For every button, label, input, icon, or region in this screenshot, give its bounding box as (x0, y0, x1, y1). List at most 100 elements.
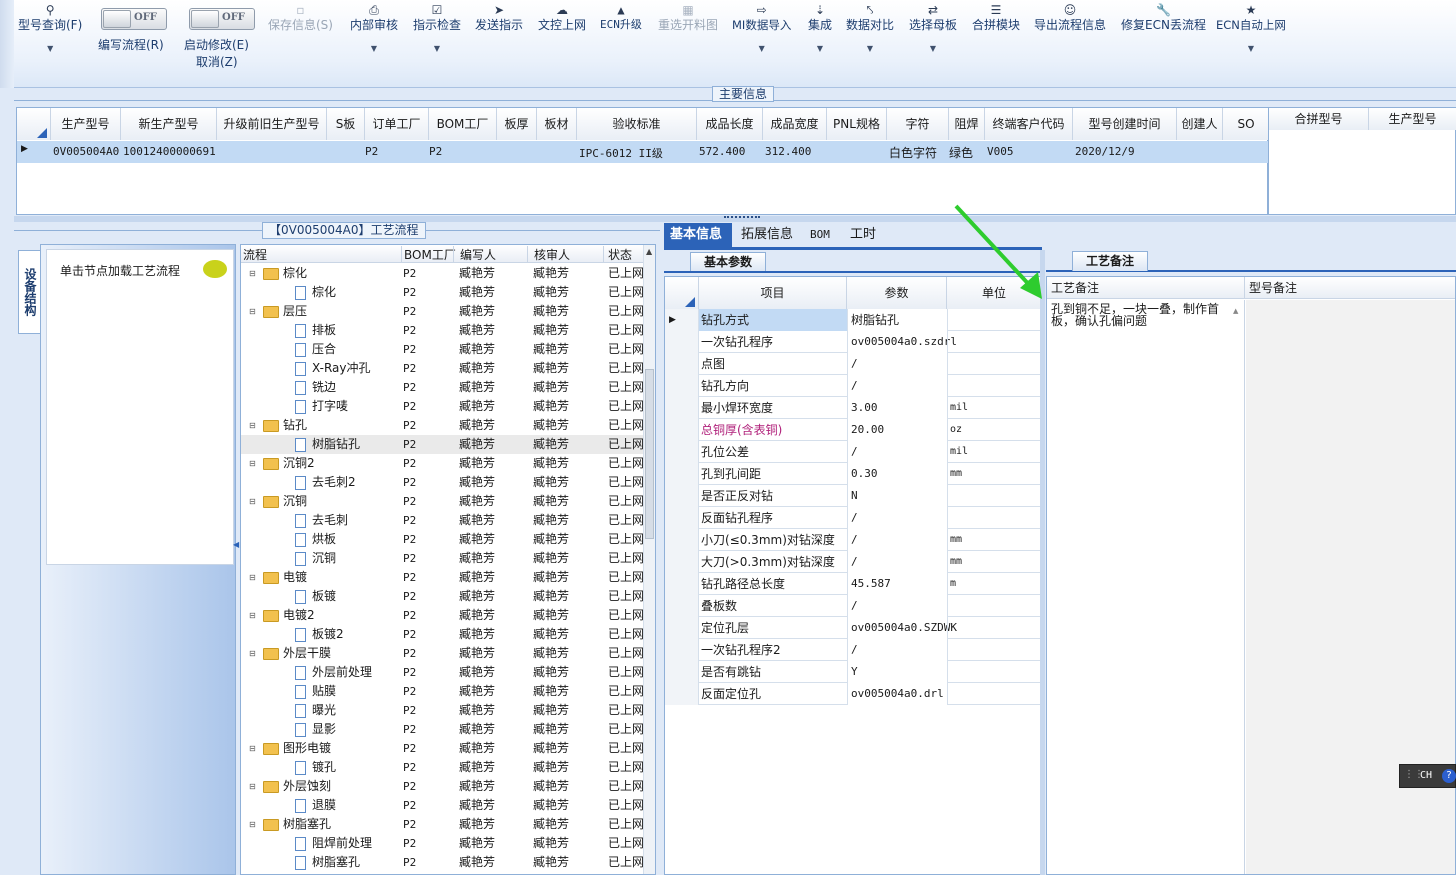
param-value[interactable]: / (847, 353, 947, 375)
tab-process-notes[interactable]: 工艺备注 (1072, 251, 1148, 271)
param-value[interactable]: Y (847, 661, 947, 683)
col-header[interactable]: 型号创建时间 (1073, 108, 1177, 140)
param-row[interactable]: 钻孔方向 / (665, 375, 1041, 397)
instruction-check-button[interactable]: ☑ 指示检查 ▼ (413, 2, 461, 57)
param-value[interactable]: 45.587 (847, 573, 947, 595)
flow-tree-row[interactable]: 去毛刺 P2 臧艳芳 臧艳芳 已上网 (241, 511, 643, 530)
param-value[interactable]: 20.00 (847, 419, 947, 441)
col-header[interactable]: BOM工厂 (401, 246, 456, 263)
col-header[interactable]: 订单工厂 (365, 108, 429, 140)
collapse-toggle-icon[interactable]: ⊟ (249, 454, 259, 473)
col-header[interactable]: S板 (327, 108, 365, 140)
col-header[interactable]: 验收标准 (577, 108, 697, 140)
flow-tree-row[interactable]: 烘板 P2 臧艳芳 臧艳芳 已上网 (241, 530, 643, 549)
select-mother-board-button[interactable]: ⇄ 选择母板 ▼ (909, 2, 957, 57)
doc-control-online-button[interactable]: ☁ 文控上网 (538, 2, 586, 33)
start-modify-toggle[interactable]: OFF (189, 8, 255, 30)
col-header[interactable]: 板材 (537, 108, 577, 140)
send-instruction-button[interactable]: ➤ 发送指示 (475, 2, 523, 33)
flow-tree-row[interactable]: ⊟ 图形电镀 P2 臧艳芳 臧艳芳 已上网 (241, 739, 643, 758)
flow-tree-row[interactable]: ⊟ 电镀 P2 臧艳芳 臧艳芳 已上网 (241, 568, 643, 587)
scroll-up-icon[interactable]: ▲ (646, 247, 652, 256)
col-header[interactable]: 核审人 (527, 246, 570, 263)
param-row[interactable]: 一次钻孔程序2 / (665, 639, 1041, 661)
col-header[interactable]: 生产型号 (1369, 108, 1456, 130)
col-header[interactable]: 字符 (887, 108, 949, 140)
flow-tree-row[interactable]: 曝光 P2 臧艳芳 臧艳芳 已上网 (241, 701, 643, 720)
col-header[interactable]: 参数 (847, 277, 947, 309)
flow-tree-row[interactable]: 板镀 P2 臧艳芳 臧艳芳 已上网 (241, 587, 643, 606)
flow-tree-row[interactable]: ⊟ 层压 P2 臧艳芳 臧艳芳 已上网 (241, 302, 643, 321)
flow-tree-row[interactable]: 铣边 P2 臧艳芳 臧艳芳 已上网 (241, 378, 643, 397)
col-header[interactable]: 升级前旧生产型号 (217, 108, 327, 140)
param-row[interactable]: ▶ 钻孔方式 树脂钻孔 (665, 309, 1041, 331)
param-value[interactable]: / (847, 529, 947, 551)
vertical-scrollbar[interactable]: ▲ (643, 245, 655, 874)
col-header[interactable]: PNL规格 (827, 108, 887, 140)
mi-data-import-button[interactable]: ⇨ MI数据导入 ▼ (732, 2, 791, 57)
param-value[interactable]: 3.00 (847, 397, 947, 419)
param-value[interactable]: N (847, 485, 947, 507)
col-header[interactable]: 成品宽度 (763, 108, 827, 140)
collapse-toggle-icon[interactable]: ⊟ (249, 264, 259, 283)
param-value[interactable]: ov005004a0.SZDWK (847, 617, 957, 639)
param-row[interactable]: 反面定位孔 ov005004a0.drl (665, 683, 1041, 705)
tab-basic-info[interactable]: 基本信息 (664, 223, 732, 247)
col-header[interactable]: 流程 (243, 246, 267, 263)
collapse-toggle-icon[interactable]: ⊟ (249, 644, 259, 663)
param-row[interactable]: 是否正反对钻 N (665, 485, 1041, 507)
col-header[interactable]: 生产型号 (51, 108, 121, 140)
col-header[interactable]: 板厚 (497, 108, 537, 140)
flow-tree-row[interactable]: ⊟ 外层干膜 P2 臧艳芳 臧艳芳 已上网 (241, 644, 643, 663)
param-value[interactable]: / (847, 441, 947, 463)
col-header[interactable]: 成品长度 (697, 108, 763, 140)
col-header[interactable]: 阻焊 (949, 108, 985, 140)
param-row[interactable]: 叠板数 / (665, 595, 1041, 617)
flow-tree-row[interactable]: ⊟ 钻孔 P2 臧艳芳 臧艳芳 已上网 (241, 416, 643, 435)
param-row[interactable]: 孔到孔间距 0.30 mm (665, 463, 1041, 485)
flow-tree-row[interactable]: ⊟ 棕化 P2 臧艳芳 臧艳芳 已上网 (241, 264, 643, 283)
flow-tree-row[interactable]: 阻焊前处理 P2 臧艳芳 臧艳芳 已上网 (241, 834, 643, 853)
param-row[interactable]: 小刀(≤0.3mm)对钻深度 / mm (665, 529, 1041, 551)
flow-tree-row[interactable]: 排板 P2 臧艳芳 臧艳芳 已上网 (241, 321, 643, 340)
col-header[interactable]: 合拼型号 (1269, 108, 1369, 130)
table-row[interactable]: ▶ 0V005004A0 10012400000691 P2 P2 IPC-60… (17, 141, 1268, 163)
param-row[interactable]: 总铜厚(含表铜) 20.00 oz (665, 419, 1041, 441)
col-header[interactable]: 新生产型号 (121, 108, 217, 140)
collapse-toggle-icon[interactable]: ⊟ (249, 815, 259, 834)
tab-hours[interactable]: 工时 (850, 223, 876, 247)
param-row[interactable]: 孔位公差 / mil (665, 441, 1041, 463)
flow-tree-row[interactable]: ⊟ 沉铜 P2 臧艳芳 臧艳芳 已上网 (241, 492, 643, 511)
device-tree[interactable]: 单击节点加载工艺流程 (46, 249, 234, 565)
col-header[interactable]: 创建人 (1177, 108, 1223, 140)
flow-tree-row[interactable]: ⊟ 电镀2 P2 臧艳芳 臧艳芳 已上网 (241, 606, 643, 625)
collapse-toggle-icon[interactable]: ⊟ (249, 777, 259, 796)
flow-tree-row[interactable]: 贴膜 P2 臧艳芳 臧艳芳 已上网 (241, 682, 643, 701)
flow-tree-row[interactable]: 显影 P2 臧艳芳 臧艳芳 已上网 (241, 720, 643, 739)
col-header[interactable]: 终端客户代码 (985, 108, 1073, 140)
param-row[interactable]: 钻孔路径总长度 45.587 m (665, 573, 1041, 595)
merge-module-button[interactable]: ☰ 合拼模块 (972, 2, 1020, 33)
collapse-toggle-icon[interactable]: ⊟ (249, 416, 259, 435)
collapse-toggle-icon[interactable]: ⊟ (249, 492, 259, 511)
flow-tree-row[interactable]: 去毛刺2 P2 臧艳芳 臧艳芳 已上网 (241, 473, 643, 492)
help-icon[interactable]: ? (1442, 769, 1456, 783)
col-header[interactable]: BOM工厂 (429, 108, 497, 140)
param-row[interactable]: 一次钻孔程序 ov005004a0.szdrl (665, 331, 1041, 353)
col-header[interactable]: 编写人 (453, 246, 496, 263)
col-header[interactable]: SO (1223, 108, 1269, 140)
collapse-toggle-icon[interactable]: ⊟ (249, 739, 259, 758)
param-value[interactable]: ov005004a0.szdrl (847, 331, 957, 353)
flow-tree-row[interactable]: 沉铜 P2 臧艳芳 臧艳芳 已上网 (241, 549, 643, 568)
param-value[interactable]: / (847, 551, 947, 573)
flow-tree-row[interactable]: 棕化 P2 臧艳芳 臧艳芳 已上网 (241, 283, 643, 302)
integrate-button[interactable]: ⇣ 集成 ▼ (808, 2, 832, 57)
param-value[interactable]: / (847, 507, 947, 529)
flow-tree-row[interactable]: 退膜 P2 臧艳芳 臧艳芳 已上网 (241, 796, 643, 815)
param-value[interactable]: / (847, 639, 947, 661)
flow-tree-row[interactable]: 板镀2 P2 臧艳芳 臧艳芳 已上网 (241, 625, 643, 644)
device-structure-tab[interactable]: 设备结构 (18, 250, 40, 334)
reselect-cut-drawing-button[interactable]: ▦ 重选开料图 (658, 2, 718, 33)
write-flow-toggle[interactable]: OFF (101, 8, 167, 30)
cancel-label[interactable]: 取消(Z) (196, 53, 238, 70)
